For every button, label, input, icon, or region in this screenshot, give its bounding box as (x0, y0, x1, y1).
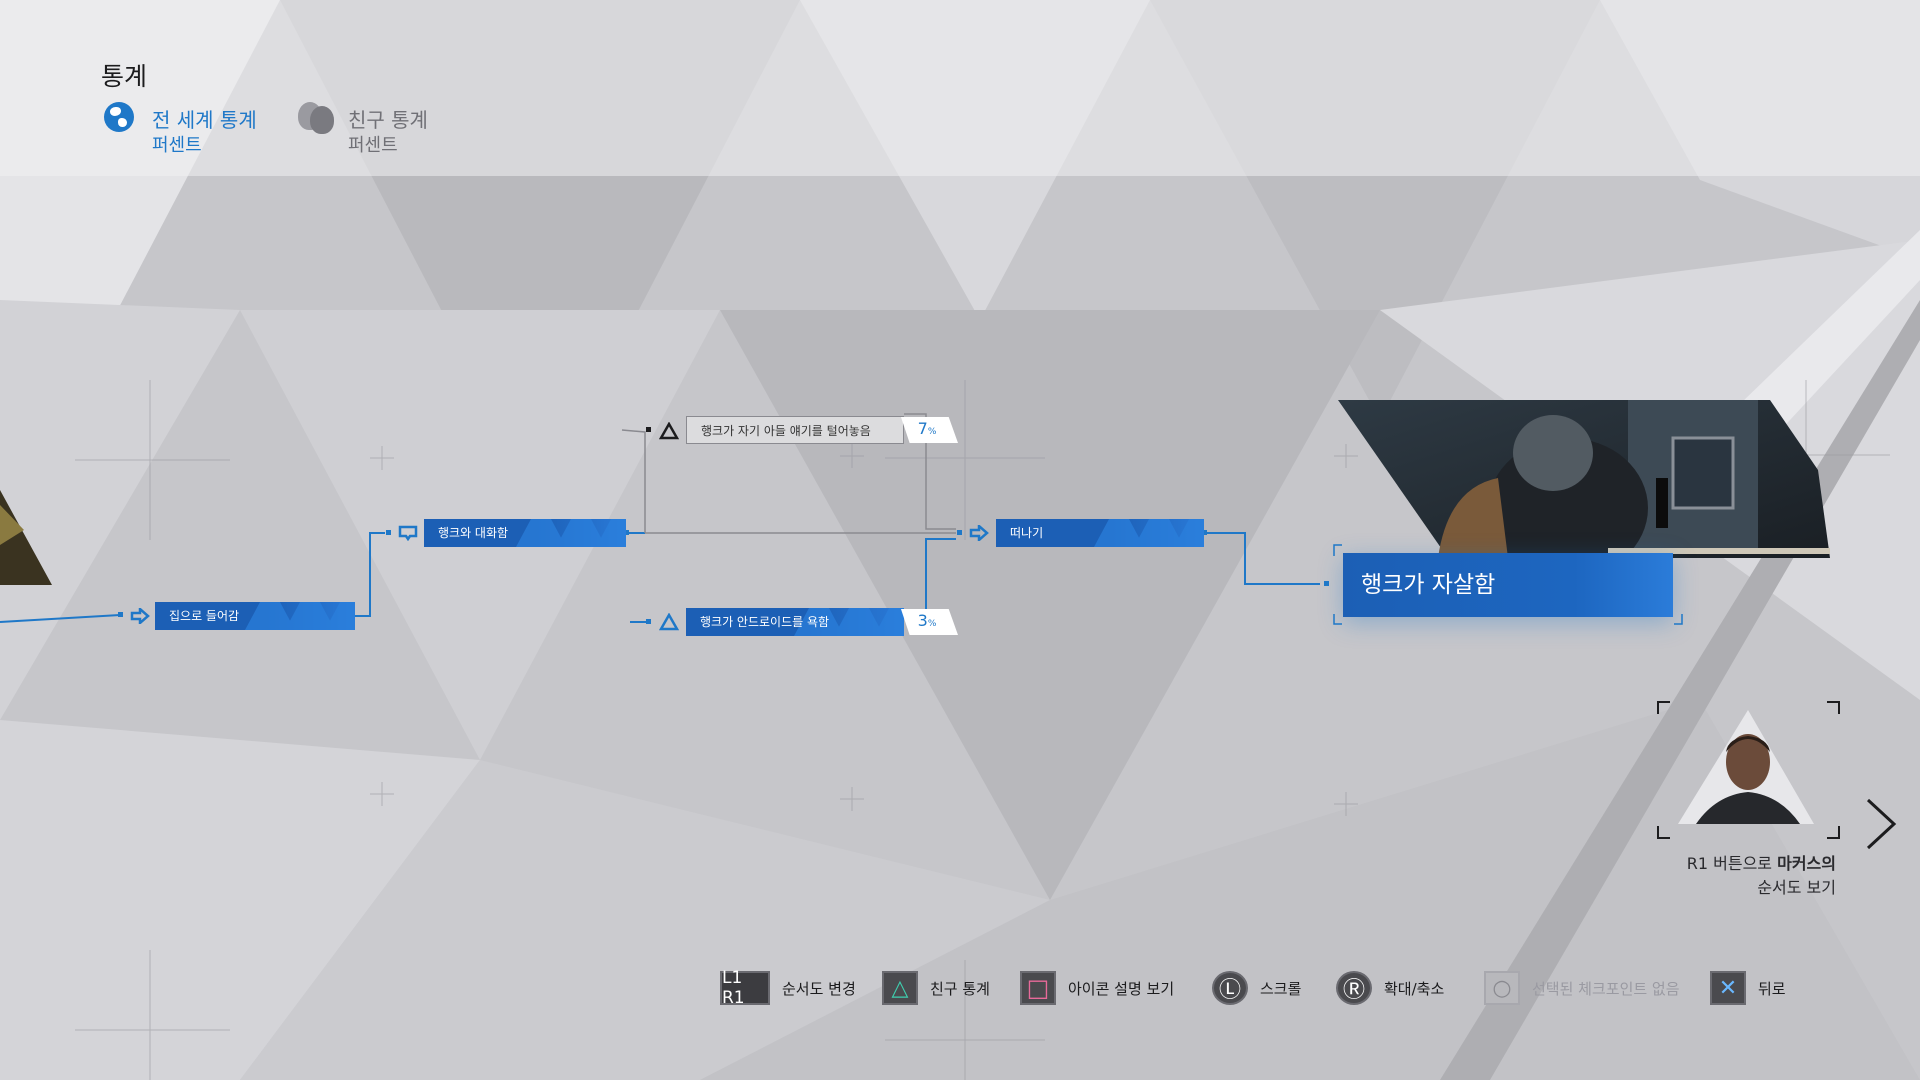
node-stripes (245, 602, 355, 630)
footer-label: 순서도 변경 (782, 979, 856, 998)
node-ending-hank-suicide[interactable]: 행크가 자살함 (1343, 553, 1673, 617)
left-stick-icon: Ⓛ (1212, 971, 1248, 1005)
footer-back[interactable]: ✕ 뒤로 (1710, 970, 1786, 1006)
footer-label: 확대/축소 (1384, 979, 1445, 998)
circle-button-icon: ○ (1484, 971, 1520, 1005)
character-switch-hint: R1 버튼으로 마커스의 순서도 보기 (1640, 852, 1836, 900)
square-button-icon: □ (1020, 971, 1056, 1005)
node-hank-son[interactable]: 행크가 자기 아들 얘기를 털어놓음 (686, 416, 904, 444)
node-talk-hank-label: 행크와 대화함 (438, 526, 509, 540)
footer-friend-stats[interactable]: △ 친구 통계 (882, 970, 990, 1006)
triangle-button-icon: △ (882, 971, 918, 1005)
node-enter-house[interactable]: 집으로 들어감 (155, 602, 355, 630)
footer-no-checkpoint: ○ 선택된 체크포인트 없음 (1484, 970, 1680, 1006)
footer-change-flowchart[interactable]: L1 R1 순서도 변경 (720, 968, 856, 1008)
right-stick-icon: Ⓡ (1336, 971, 1372, 1005)
footer-icon-description[interactable]: □ 아이콘 설명 보기 (1020, 970, 1174, 1006)
hint-prefix: R1 버튼으로 (1686, 854, 1778, 873)
arrow-right-icon (130, 608, 150, 624)
percent-value: 3 (917, 611, 928, 630)
ending-scene-image (1338, 400, 1830, 566)
footer-label: 뒤로 (1758, 979, 1786, 998)
footer-scroll[interactable]: Ⓛ 스크롤 (1212, 970, 1301, 1006)
character-portrait-markus[interactable] (1656, 700, 1841, 840)
chevron-right-icon[interactable] (1864, 796, 1898, 852)
cross-button-icon: ✕ (1710, 971, 1746, 1005)
node-hank-insult[interactable]: 행크가 안드로이드를 욕함 (686, 608, 904, 636)
footer-label: 아이콘 설명 보기 (1068, 979, 1175, 998)
footer-zoom[interactable]: Ⓡ 확대/축소 (1336, 970, 1444, 1006)
arrow-right-icon (969, 525, 989, 541)
percent-value: 7 (917, 419, 928, 438)
footer-label: 선택된 체크포인트 없음 (1532, 979, 1680, 998)
triangle-blue-icon (659, 613, 679, 631)
footer-label: 스크롤 (1260, 979, 1302, 998)
chat-icon (398, 525, 418, 541)
hint-suffix: 순서도 보기 (1757, 878, 1836, 897)
percent-unit: % (927, 619, 937, 629)
node-enter-house-label: 집으로 들어감 (169, 609, 240, 623)
node-leave[interactable]: 떠나기 (996, 519, 1204, 547)
l1-r1-button-icon: L1 R1 (720, 968, 770, 1008)
percent-unit: % (927, 427, 937, 437)
node-ending-label: 행크가 자살함 (1361, 572, 1496, 598)
node-leave-label: 떠나기 (1010, 526, 1044, 540)
node-hank-son-label: 행크가 자기 아들 얘기를 털어놓음 (701, 424, 871, 438)
node-talk-hank[interactable]: 행크와 대화함 (424, 519, 626, 547)
footer-label: 친구 통계 (930, 979, 990, 998)
node-stripes (516, 519, 626, 547)
node-stripes (1094, 519, 1204, 547)
node-hank-insult-label: 행크가 안드로이드를 욕함 (700, 615, 830, 629)
hint-character-name: 마커스의 (1777, 854, 1836, 873)
triangle-black-icon (659, 422, 679, 440)
